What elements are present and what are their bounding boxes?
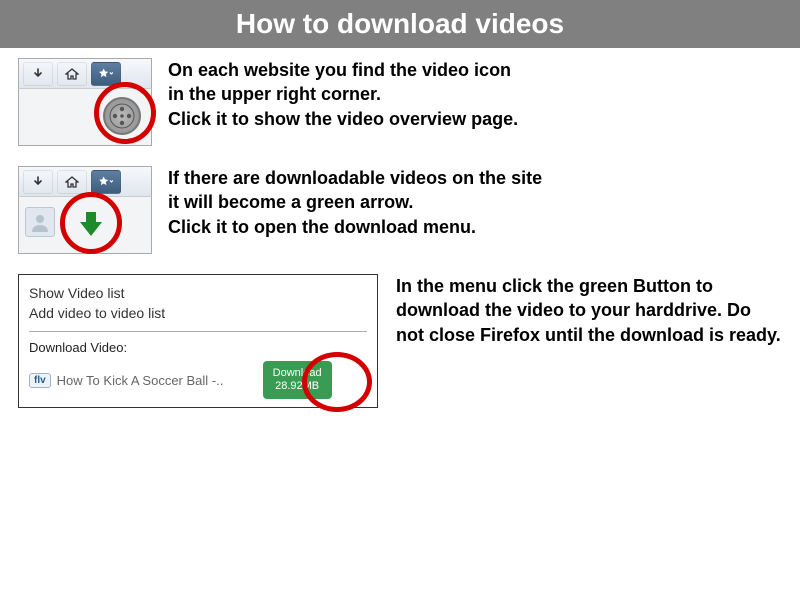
step-2-description: If there are downloadable videos on the … [168, 166, 542, 239]
download-label: Download [273, 367, 322, 379]
flv-badge: flv [29, 373, 51, 388]
menu-section-label: Download Video: [29, 340, 367, 355]
toolbar-mock-2 [18, 166, 152, 196]
download-size: 28.92MB [275, 380, 319, 392]
step-1-row: On each website you find the video icon … [18, 58, 782, 146]
menu-item-add-to-list[interactable]: Add video to video list [29, 303, 367, 323]
bookmark-dropdown-icon [91, 62, 121, 86]
menu-item-show-list[interactable]: Show Video list [29, 283, 367, 303]
video-reel-icon [103, 97, 141, 135]
menu-divider [29, 331, 367, 332]
step-1-description: On each website you find the video icon … [168, 58, 518, 131]
step-3-row: Show Video list Add video to video list … [18, 274, 782, 408]
step-3-thumb: Show Video list Add video to video list … [18, 274, 378, 408]
download-arrow-icon [23, 62, 53, 86]
home-icon [57, 170, 87, 194]
green-download-arrow-icon [71, 203, 111, 243]
content-area: On each website you find the video icon … [0, 48, 800, 438]
step-1-thumb [18, 58, 152, 146]
download-button[interactable]: Download 28.92MB [263, 361, 332, 399]
download-arrow-icon [23, 170, 53, 194]
home-icon [57, 62, 87, 86]
toolbar-body-2 [18, 196, 152, 254]
video-row: flv How To Kick A Soccer Ball -.. Downlo… [29, 361, 367, 399]
bookmark-dropdown-icon [91, 170, 121, 194]
step-3-description: In the menu click the green Button to do… [396, 274, 782, 347]
avatar-placeholder-icon [25, 207, 55, 237]
page-title: How to download videos [0, 0, 800, 48]
step-2-thumb [18, 166, 152, 254]
video-title-text: How To Kick A Soccer Ball -.. [57, 373, 257, 388]
download-menu-panel: Show Video list Add video to video list … [18, 274, 378, 408]
toolbar-body-1 [18, 88, 152, 146]
toolbar-mock-1 [18, 58, 152, 88]
step-2-row: If there are downloadable videos on the … [18, 166, 782, 254]
